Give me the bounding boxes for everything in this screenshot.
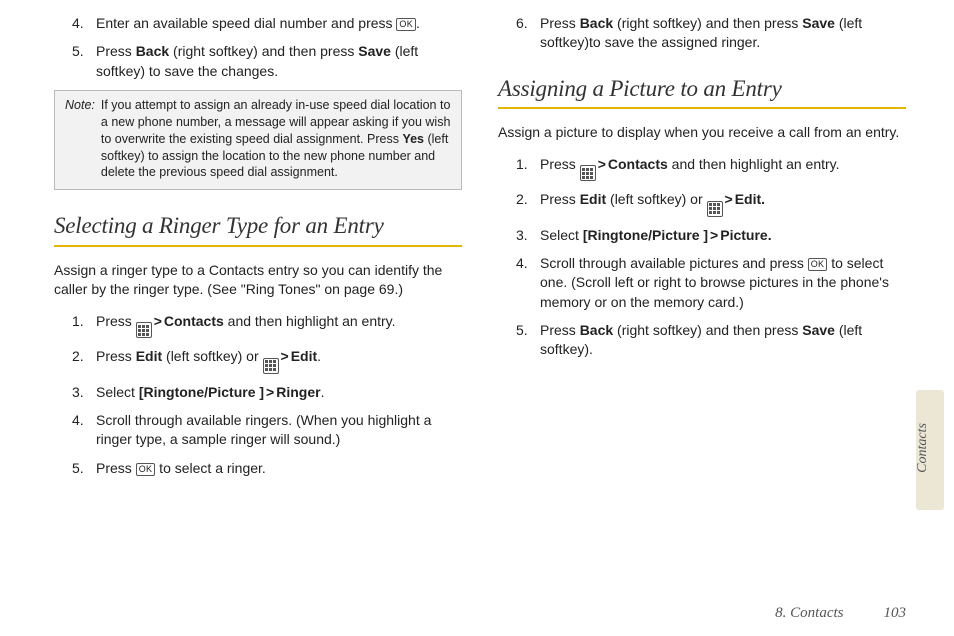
footer-chapter: 8. Contacts	[775, 605, 843, 622]
heading-ringer: Selecting a Ringer Type for an Entry	[54, 210, 462, 242]
step-item: 1. Press >Contacts and then highlight an …	[498, 155, 906, 182]
step-body: Enter an available speed dial number and…	[96, 15, 420, 31]
step-item: 3. Select [Ringtone/Picture ]>Picture.	[498, 226, 906, 245]
note-box: Note: If you attempt to assign an alread…	[54, 90, 462, 190]
step-number: 5.	[72, 459, 84, 478]
ok-key-icon: OK	[136, 463, 156, 476]
bold-text: Yes	[402, 132, 424, 146]
menu-key-icon	[263, 358, 279, 374]
bold-text: Back	[580, 322, 613, 338]
breadcrumb-separator: >	[152, 313, 164, 329]
step-item: 4. Scroll through available pictures and …	[498, 254, 906, 312]
right-column: 6. Press Back (right softkey) and then pr…	[498, 14, 906, 487]
breadcrumb-separator: >	[708, 227, 720, 243]
step-number: 4.	[72, 411, 84, 430]
step-number: 1.	[516, 155, 528, 174]
heading-picture: Assigning a Picture to an Entry	[498, 73, 906, 105]
manual-page: 4. Enter an available speed dial number a…	[0, 0, 954, 636]
bold-text: Back	[580, 15, 613, 31]
bold-text: Edit	[136, 348, 162, 364]
bold-text: [Ringtone/Picture ]	[583, 227, 708, 243]
bold-text: Ringer	[276, 384, 320, 400]
note-label: Note:	[65, 97, 95, 181]
step-item: 5. Press Back (right softkey) and then pr…	[54, 42, 462, 81]
bold-text: Edit	[580, 191, 606, 207]
step-number: 2.	[72, 347, 84, 366]
footer-page-number: 103	[884, 605, 907, 622]
bold-text: Save	[802, 15, 835, 31]
step-body: Scroll through available pictures and pr…	[540, 255, 889, 310]
menu-key-icon	[707, 201, 723, 217]
step-body: Press Edit (left softkey) or >Edit.	[540, 191, 765, 207]
bold-text: Back	[136, 43, 169, 59]
step-item: 6. Press Back (right softkey) and then pr…	[498, 14, 906, 53]
step-number: 4.	[72, 14, 84, 33]
bold-text: Edit	[291, 348, 317, 364]
step-number: 4.	[516, 254, 528, 273]
heading-underline	[498, 107, 906, 109]
breadcrumb-separator: >	[279, 348, 291, 364]
step-body: Press >Contacts and then highlight an en…	[96, 313, 396, 329]
step-number: 6.	[516, 14, 528, 33]
breadcrumb-separator: >	[264, 384, 276, 400]
step-item: 2. Press Edit (left softkey) or >Edit.	[54, 347, 462, 374]
bold-text: Save	[802, 322, 835, 338]
step-item: 2.Press Edit (left softkey) or >Edit.	[498, 190, 906, 217]
speed-dial-steps-cont: 4. Enter an available speed dial number a…	[54, 14, 462, 81]
step-body: Press Back (right softkey) and then pres…	[540, 15, 862, 50]
step-item: 4. Scroll through available ringers. (Whe…	[54, 411, 462, 450]
step-body: Select [Ringtone/Picture ]>Ringer.	[96, 384, 324, 400]
step-item: 5. Press OK to select a ringer.	[54, 459, 462, 478]
side-tab-label: Contacts	[915, 423, 931, 473]
ringer-intro: Assign a ringer type to a Contacts entry…	[54, 261, 462, 300]
left-column: 4. Enter an available speed dial number a…	[54, 14, 462, 487]
bold-text: Edit.	[735, 191, 765, 207]
picture-intro: Assign a picture to display when you rec…	[498, 123, 906, 142]
bold-text: [Ringtone/Picture ]	[139, 384, 264, 400]
menu-key-icon	[136, 322, 152, 338]
step-number: 1.	[72, 312, 84, 331]
bold-text: Contacts	[608, 156, 668, 172]
ringer-steps: 1. Press >Contacts and then highlight an …	[54, 312, 462, 478]
ok-key-icon: OK	[808, 258, 828, 271]
step-number: 5.	[516, 321, 528, 340]
step-number: 3.	[72, 383, 84, 402]
ok-key-icon: OK	[396, 18, 416, 31]
bold-text: Contacts	[164, 313, 224, 329]
step-body: Press Edit (left softkey) or >Edit.	[96, 348, 321, 364]
menu-key-icon	[580, 165, 596, 181]
two-column-layout: 4. Enter an available speed dial number a…	[0, 0, 954, 487]
ringer-steps-cont: 6. Press Back (right softkey) and then pr…	[498, 14, 906, 53]
step-body: Press OK to select a ringer.	[96, 460, 266, 476]
step-item: 4. Enter an available speed dial number a…	[54, 14, 462, 33]
step-item: 1. Press >Contacts and then highlight an …	[54, 312, 462, 339]
step-number: 5.	[72, 42, 84, 61]
section-side-tab: Contacts	[916, 390, 944, 510]
note-body: If you attempt to assign an already in-u…	[101, 97, 451, 181]
picture-steps: 1. Press >Contacts and then highlight an …	[498, 155, 906, 360]
step-body: Press Back (right softkey) and then pres…	[96, 43, 418, 78]
step-number: 3.	[516, 226, 528, 245]
heading-underline	[54, 245, 462, 247]
breadcrumb-separator: >	[596, 156, 608, 172]
breadcrumb-separator: >	[723, 191, 735, 207]
step-number: 2.	[516, 190, 528, 209]
step-item: 3. Select [Ringtone/Picture ]>Ringer.	[54, 383, 462, 402]
bold-text: Picture.	[720, 227, 771, 243]
step-item: 5. Press Back (right softkey) and then pr…	[498, 321, 906, 360]
step-body: Select [Ringtone/Picture ]>Picture.	[540, 227, 772, 243]
bold-text: Save	[358, 43, 391, 59]
step-body: Press Back (right softkey) and then pres…	[540, 322, 862, 357]
page-footer: 8. Contacts 103	[775, 605, 906, 622]
step-body: Press >Contacts and then highlight an en…	[540, 156, 840, 172]
step-body: Scroll through available ringers. (When …	[96, 412, 431, 447]
